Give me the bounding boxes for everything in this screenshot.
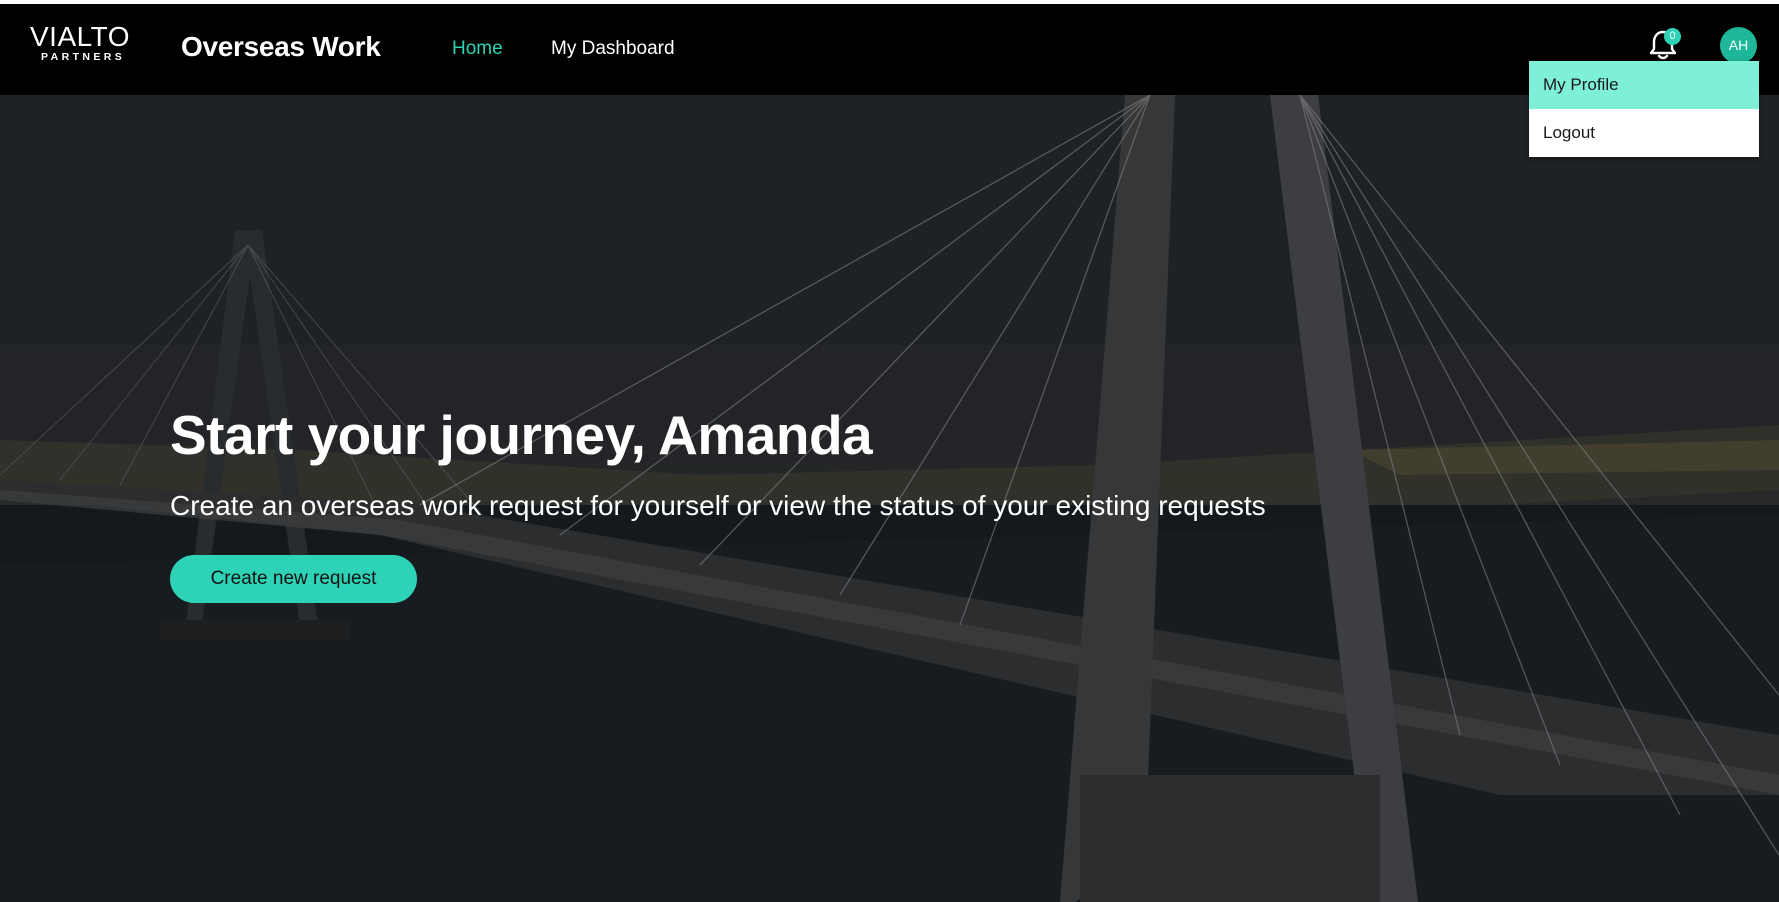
user-menu-dropdown: My Profile Logout — [1529, 61, 1759, 157]
notifications-button[interactable]: 0 — [1643, 24, 1683, 64]
nav-home-link[interactable]: Home — [452, 37, 503, 61]
hero-title: Start your journey, Amanda — [170, 404, 873, 466]
create-new-request-button[interactable]: Create new request — [170, 555, 417, 603]
vialto-partners-logo[interactable]: VIALTO PARTNERS — [30, 22, 155, 64]
user-avatar-button[interactable]: AH — [1720, 27, 1757, 64]
logo-subtitle: PARTNERS — [41, 51, 126, 63]
hero-banner: Start your journey, Amanda Create an ove… — [0, 95, 1779, 902]
menu-item-my-profile[interactable]: My Profile — [1529, 61, 1759, 109]
top-navigation-bar: VIALTO PARTNERS Overseas Work Home My Da… — [0, 4, 1779, 95]
page: VIALTO PARTNERS Overseas Work Home My Da… — [0, 0, 1779, 902]
notification-count-badge: 0 — [1664, 28, 1681, 45]
nav-dashboard-link[interactable]: My Dashboard — [551, 37, 675, 61]
menu-item-logout[interactable]: Logout — [1529, 109, 1759, 157]
hero-subtitle: Create an overseas work request for your… — [170, 490, 1266, 521]
logo-wordmark: VIALTO — [30, 21, 131, 52]
app-title: Overseas Work — [181, 31, 381, 62]
